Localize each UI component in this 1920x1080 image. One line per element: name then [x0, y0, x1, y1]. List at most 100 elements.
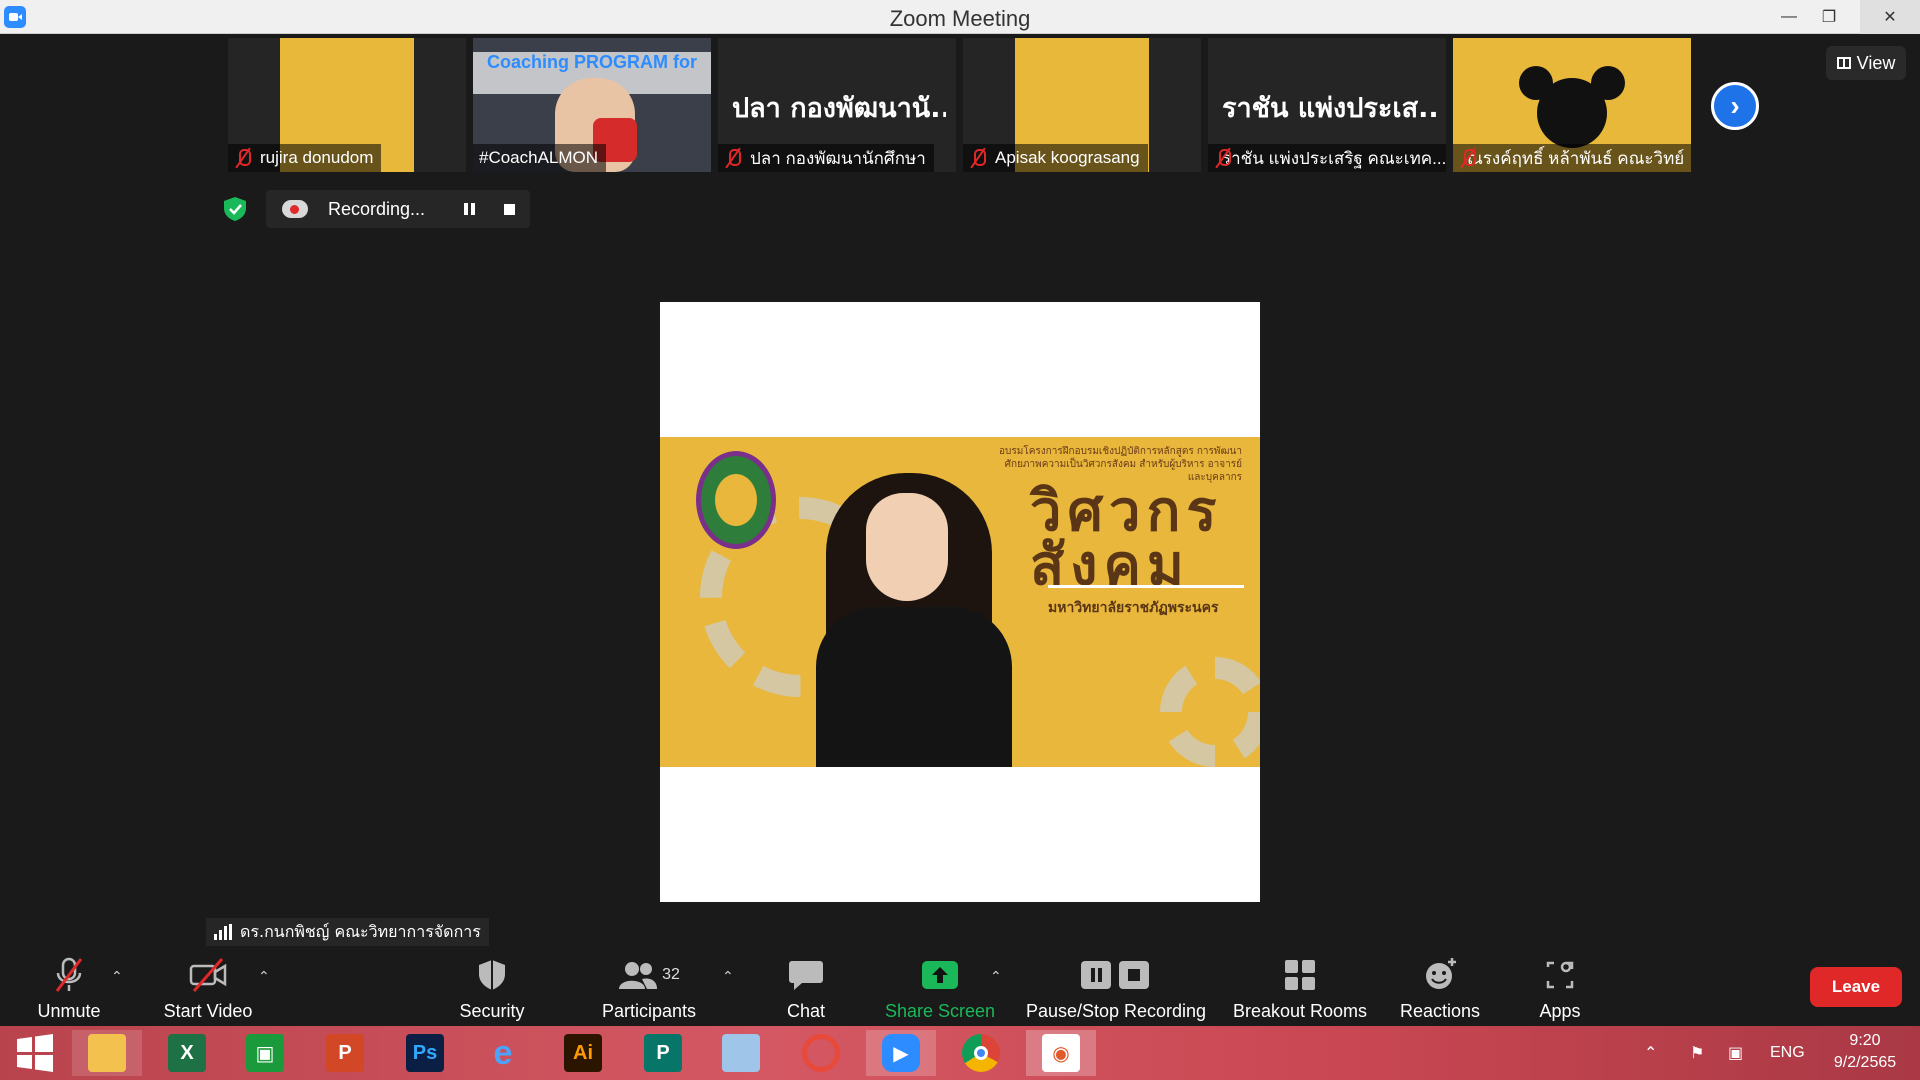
- notepad-icon: [722, 1034, 760, 1072]
- start-button[interactable]: [0, 1030, 70, 1076]
- participant-name: ราชัน แพ่งประเสริฐ คณะเทค...: [1222, 148, 1446, 168]
- video-off-icon: [189, 958, 227, 992]
- taskbar-zoom[interactable]: ▶: [866, 1030, 936, 1076]
- participant-tile[interactable]: ปลา กองพัฒนานั... ปลา กองพัฒนานักศึกษา: [718, 38, 956, 172]
- reactions-smiley-icon: [1426, 958, 1456, 989]
- tray-show-hidden-icon[interactable]: ⌃: [1644, 1026, 1657, 1080]
- participant-name: #CoachALMON: [479, 148, 599, 167]
- banner-divider: [1048, 585, 1244, 588]
- speaker-face: [866, 493, 948, 601]
- photoshop-icon: Ps: [406, 1034, 444, 1072]
- recording-controls-icons: [1076, 957, 1156, 993]
- participant-tile[interactable]: Apisak koograsang: [963, 38, 1201, 172]
- network-icon[interactable]: ▣: [1728, 1026, 1743, 1080]
- clock-time: 9:20: [1849, 1032, 1881, 1049]
- clock-date: 9/2/2565: [1833, 1054, 1897, 1071]
- close-button[interactable]: ✕: [1860, 0, 1920, 34]
- participant-name: ปลา กองพัฒนานักศึกษา: [750, 148, 926, 168]
- view-button[interactable]: View: [1826, 46, 1906, 80]
- active-speaker-name: ดร.กนกพิชญ์ คณะวิทยาการจัดการ: [240, 921, 481, 941]
- taskbar-publisher[interactable]: P: [628, 1030, 698, 1076]
- taskbar-chrome[interactable]: [946, 1030, 1016, 1076]
- reactions-label: Reactions: [1399, 1001, 1481, 1021]
- taskbar-internet-explorer[interactable]: e: [468, 1030, 538, 1076]
- store-icon: ▣: [246, 1034, 284, 1072]
- chat-button[interactable]: Chat: [776, 946, 836, 1026]
- breakout-rooms-label: Breakout Rooms: [1232, 1001, 1368, 1021]
- share-screen-button[interactable]: Share Screen: [884, 946, 996, 1026]
- pause-stop-icon: [1081, 961, 1149, 989]
- participant-name: rujira donudom: [260, 148, 374, 167]
- stop-recording-button[interactable]: [494, 194, 524, 224]
- muted-mic-icon: [969, 148, 987, 168]
- action-center-flag-icon[interactable]: ⚑: [1690, 1026, 1704, 1080]
- breakout-rooms-button[interactable]: Breakout Rooms: [1228, 946, 1372, 1026]
- participant-tile[interactable]: Coaching PROGRAM for ...er #CoachALMON: [473, 38, 711, 172]
- security-label: Security: [459, 1001, 525, 1021]
- participants-button[interactable]: 32 Participants: [596, 946, 702, 1026]
- taskbar-store[interactable]: ▣: [230, 1030, 300, 1076]
- active-speaker-name-tag: ดร.กนกพิชญ์ คณะวิทยาการจัดการ: [206, 918, 489, 946]
- video-options-chevron-icon[interactable]: ⌃: [258, 968, 270, 985]
- restore-button[interactable]: ❐: [1806, 0, 1852, 34]
- taskbar-photoshop[interactable]: Ps: [390, 1030, 460, 1076]
- next-page-button[interactable]: ›: [1711, 82, 1759, 130]
- windows-taskbar: X ▣ P Ps e Ai P ▶ ◉ ⌃ ⚑ ▣ ENG 9:20 9/2/2…: [0, 1026, 1920, 1080]
- share-screen-arrow-icon: [922, 961, 958, 989]
- participant-tile[interactable]: ราชัน แพ่งประเส... ราชัน แพ่งประเสริฐ คณ…: [1208, 38, 1446, 172]
- leave-button[interactable]: Leave: [1810, 967, 1902, 1007]
- pause-stop-recording-button[interactable]: Pause/Stop Recording: [1024, 946, 1208, 1026]
- recording-status-bar: Recording...: [266, 190, 530, 228]
- participant-tile[interactable]: rujira donudom: [228, 38, 466, 172]
- taskbar-clock[interactable]: 9:20 9/2/2565: [1820, 1030, 1910, 1074]
- participant-tile[interactable]: ณรงค์ฤทธิ์ หล้าพันธ์ คณะวิทย์: [1453, 38, 1691, 172]
- security-button[interactable]: Security: [448, 946, 536, 1026]
- excel-icon: X: [168, 1034, 206, 1072]
- window-title: Zoom Meeting: [889, 6, 1031, 31]
- participant-name-tag: #CoachALMON: [473, 144, 607, 172]
- start-video-button[interactable]: Start Video: [150, 946, 266, 1026]
- window-titlebar: Zoom Meeting — ❐ ✕: [0, 0, 1920, 34]
- speaker-body: [816, 607, 1012, 767]
- taskbar-file-explorer[interactable]: [72, 1030, 142, 1076]
- pause-recording-button[interactable]: [454, 194, 484, 224]
- banner-logo-text: วิศวกร สังคม: [1030, 484, 1222, 594]
- audio-options-chevron-icon[interactable]: ⌃: [111, 968, 123, 985]
- reactions-button[interactable]: Reactions: [1392, 946, 1488, 1026]
- meeting-toolbar: Unmute ⌃ Start Video ⌃ Security 32 Parti…: [0, 946, 1920, 1026]
- breakout-rooms-grid-icon: [1285, 960, 1315, 990]
- share-options-chevron-icon[interactable]: ⌃: [990, 968, 1002, 985]
- chat-bubble-icon: [789, 961, 823, 990]
- active-speaker-video: อบรมโครงการฝึกอบรมเชิงปฏิบัติการหลักสูตร…: [660, 302, 1260, 902]
- participant-display-name: ราชัน แพ่งประเส...: [1222, 93, 1436, 124]
- share-screen-label: Share Screen: [884, 1001, 996, 1021]
- encryption-shield-icon[interactable]: [222, 196, 248, 222]
- taskbar-illustrator[interactable]: Ai: [548, 1030, 618, 1076]
- apps-button[interactable]: Apps: [1530, 946, 1590, 1026]
- photos-icon: ◉: [1042, 1034, 1080, 1072]
- illustrator-icon: Ai: [564, 1034, 602, 1072]
- photoscape-icon: [802, 1034, 840, 1072]
- audio-level-icon: [214, 924, 232, 940]
- start-video-label: Start Video: [163, 1001, 253, 1021]
- taskbar-photos[interactable]: ◉: [1026, 1030, 1096, 1076]
- powerpoint-icon: P: [326, 1034, 364, 1072]
- taskbar-excel[interactable]: X: [152, 1030, 222, 1076]
- unmute-label: Unmute: [37, 1001, 101, 1021]
- muted-mic-icon: [724, 148, 742, 168]
- unmute-button[interactable]: Unmute: [24, 946, 114, 1026]
- participant-name-tag: ปลา กองพัฒนานักศึกษา: [718, 144, 934, 172]
- participant-display-name: ปลา กองพัฒนานั...: [732, 93, 946, 124]
- input-language[interactable]: ENG: [1770, 1026, 1805, 1080]
- pause-stop-recording-label: Pause/Stop Recording: [1025, 1001, 1207, 1021]
- participants-options-chevron-icon[interactable]: ⌃: [722, 968, 734, 985]
- chrome-icon: [962, 1034, 1000, 1072]
- avatar-ear: [1519, 66, 1553, 100]
- taskbar-photoscape[interactable]: [786, 1030, 856, 1076]
- chat-label: Chat: [786, 1001, 826, 1021]
- publisher-icon: P: [644, 1034, 682, 1072]
- taskbar-powerpoint[interactable]: P: [310, 1030, 380, 1076]
- taskbar-notepad[interactable]: [706, 1030, 776, 1076]
- participant-name-tag: rujira donudom: [228, 144, 382, 172]
- participants-label: Participants: [601, 1001, 697, 1021]
